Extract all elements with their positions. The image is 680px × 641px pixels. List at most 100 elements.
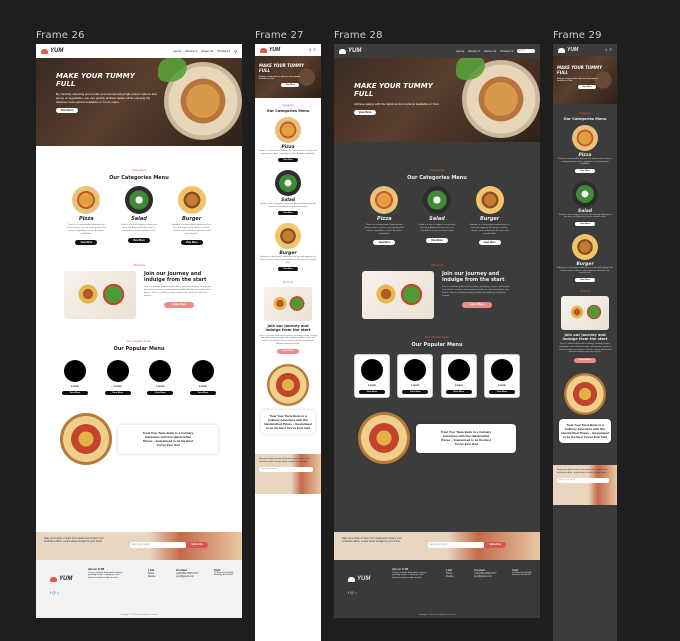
about-desc: Yum is a website dedicated to culinary, …	[558, 343, 612, 354]
hero-view-more-button[interactable]: View More	[281, 82, 299, 87]
nav-home[interactable]: Home	[456, 49, 464, 53]
popular-item: Lorem View More	[354, 354, 390, 399]
nav-product[interactable]: Product ▾	[217, 49, 230, 53]
popular-item-image	[64, 360, 86, 383]
search-icon[interactable]: ⚲	[234, 49, 237, 54]
hero-view-more-button[interactable]: View More	[56, 108, 78, 114]
popular-view-more-button[interactable]: View More	[488, 390, 515, 395]
popular-item-name: Lorem	[368, 384, 376, 388]
frame-28: YUM Home Recipe ▾ About Us Product ▾ Sea…	[334, 44, 540, 618]
category-card-pizza: Pizza Pizza is a customizable flatbread …	[66, 186, 106, 246]
hero-view-more-button[interactable]: View More	[578, 84, 596, 89]
category-name: Burger	[480, 216, 500, 222]
category-view-more-button[interactable]: View More	[75, 240, 98, 246]
popular-tag: Our popular menu	[126, 339, 152, 344]
navbar: YUM Home Recipe ▾ About Us Product ▾ Sea…	[334, 44, 540, 58]
about-food-image	[362, 271, 434, 320]
category-name: Burger	[182, 216, 202, 222]
popular-view-more-button[interactable]: View More	[189, 391, 216, 396]
subscribe-button[interactable]: Subscribe	[484, 542, 506, 548]
promo-section: Treat Your Taste Buds to a Culinary Adven…	[36, 395, 242, 466]
about-title: Join our journey and indulge from the sta…	[442, 271, 505, 284]
nav-about[interactable]: About Us	[201, 49, 213, 53]
category-desc: A burger is a meat patty sandwiched in a…	[557, 266, 613, 275]
nav-home[interactable]: Home	[173, 49, 181, 53]
popular-view-more-button[interactable]: View More	[147, 391, 174, 396]
popular-item: Lorem View More	[440, 354, 477, 399]
learn-more-button[interactable]: Learn More	[574, 357, 596, 363]
nav-product[interactable]: Product ▾	[500, 49, 513, 53]
email-input[interactable]: Enter your email	[259, 467, 313, 473]
footer-links: Link Home Recipe	[148, 568, 156, 578]
popular-view-more-button[interactable]: View More	[62, 391, 88, 396]
category-view-more-button[interactable]: View More	[180, 240, 203, 246]
about-tag: About Us	[283, 281, 293, 285]
learn-more-button[interactable]: Learn More	[462, 301, 492, 308]
category-desc: A burger is a meat patty sandwiched in a…	[259, 256, 317, 264]
hero: MAKE YOUR TUMMY FULL Achieve satiety with…	[553, 56, 617, 104]
category-card-pizza: Pizza Pizza is a customizable flatbread …	[255, 113, 321, 163]
email-input[interactable]: Enter your email	[557, 477, 609, 483]
popular-item-image	[149, 360, 172, 383]
popular-item-name: Lorem	[156, 385, 165, 389]
navbar: YUM ⚲ ☰	[553, 44, 617, 56]
category-view-more-button[interactable]: View More	[127, 237, 150, 243]
pizza-image	[370, 186, 399, 214]
subscribe-button[interactable]: Subscribe	[186, 542, 208, 548]
search-icon[interactable]: ⚲	[605, 48, 607, 52]
category-card-burger: Burger A burger is a meat patty sandwich…	[553, 226, 617, 282]
email-input[interactable]: Enter your email	[130, 542, 186, 548]
learn-more-button[interactable]: Learn More	[277, 349, 299, 355]
footer-logo: YUM	[50, 576, 72, 582]
logo[interactable]: YUM	[260, 47, 280, 53]
popular-row: Lorem View More Lorem View More Lorem View …	[36, 352, 242, 396]
salad-image	[422, 186, 451, 214]
hero-view-more-button[interactable]: View More	[354, 109, 376, 115]
category-view-more-button[interactable]: View More	[478, 240, 501, 246]
email-input[interactable]: Enter your email	[428, 542, 484, 548]
social-icons[interactable]: f ◎ ♪	[348, 590, 357, 595]
hero-description: Achieve satiety with the delicious food …	[354, 101, 440, 106]
popular-item: Lorem View More	[189, 360, 216, 396]
footer-link[interactable]: Recipe	[148, 575, 155, 578]
popular-view-more-button[interactable]: View More	[445, 390, 472, 395]
category-view-more-button[interactable]: View More	[278, 267, 298, 272]
category-desc: A burger is a meat patty sandwiched in a…	[171, 224, 212, 235]
menu-icon[interactable]: ☰	[313, 48, 316, 52]
frame-26: YUM Home Recipe ▾ About Us Product ▾ ⚲ M…	[36, 44, 242, 618]
promo-text-box: Treat Your Taste Buds to a Culinary Adve…	[559, 418, 611, 443]
categories-row: Pizza Pizza is a customizable flatbread w…	[334, 181, 540, 246]
popular-view-more-button[interactable]: View More	[359, 390, 385, 395]
popular-item-name: Lorem	[498, 384, 506, 388]
search-input[interactable]: Search	[517, 49, 535, 53]
category-view-more-button[interactable]: View More	[575, 277, 595, 282]
menu-icon[interactable]: ☰	[609, 48, 612, 52]
hero-description: Achieve satiety with the delicious food …	[259, 75, 300, 80]
nav-recipe[interactable]: Recipe ▾	[468, 49, 480, 53]
popular-item-image	[404, 359, 427, 382]
category-view-more-button[interactable]: View More	[425, 237, 448, 243]
footer-link[interactable]: Recipe	[446, 575, 453, 578]
popular-item: Lorem View More	[483, 354, 520, 399]
category-desc: Pizza is a customizable flatbread with t…	[364, 224, 404, 235]
category-desc: A burger is a meat patty sandwiched in a…	[469, 224, 510, 235]
popular-view-more-button[interactable]: View More	[402, 390, 429, 395]
logo[interactable]: YUM	[558, 47, 578, 53]
category-desc: Pizza is a customizable flatbread with t…	[66, 224, 106, 235]
nav-recipe[interactable]: Recipe ▾	[185, 49, 197, 53]
logo[interactable]: YUM	[41, 48, 63, 54]
footer-logo: YUM	[348, 576, 370, 582]
category-desc: Salad is a mix of veggies or fruits with…	[120, 224, 158, 232]
learn-more-button[interactable]: Learn More	[164, 301, 194, 308]
burger-image	[475, 186, 504, 214]
nav-about[interactable]: About Us	[484, 49, 496, 53]
footer-visit: Visit Jl. Raya Kuta No.88, Badung, Bali 8…	[214, 568, 235, 576]
social-icons[interactable]: f ◎ ♪	[50, 590, 59, 595]
search-icon[interactable]: ⚲	[309, 48, 311, 52]
footer-links: Link Home Recipe	[446, 568, 454, 578]
logo[interactable]: YUM	[339, 48, 361, 54]
category-view-more-button[interactable]: View More	[373, 240, 396, 246]
category-card-salad: Salad Salad is a mix of veggies or fruits…	[417, 186, 457, 245]
popular-view-more-button[interactable]: View More	[104, 391, 131, 396]
categories-tag: Categories	[429, 168, 445, 172]
